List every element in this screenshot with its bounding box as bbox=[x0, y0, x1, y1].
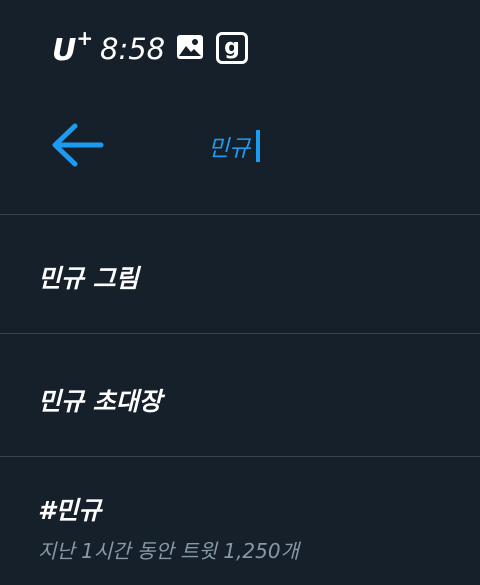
suggestion-label: 민규 그림 bbox=[38, 264, 139, 293]
status-time: 8:58 bbox=[100, 32, 166, 66]
search-suggestion[interactable]: 민규 초대장 bbox=[0, 334, 480, 457]
g-app-icon: g bbox=[216, 32, 248, 64]
search-input[interactable]: 민규 bbox=[208, 126, 261, 166]
text-cursor bbox=[256, 130, 261, 162]
hashtag-suggestion[interactable]: #민규 지난 1시간 동안 트윗 1,250개 bbox=[0, 457, 480, 585]
suggestion-label: 민규 초대장 bbox=[38, 387, 162, 416]
suggestion-label: #민규 bbox=[38, 496, 102, 525]
suggestion-tweet-count: 지난 1시간 동안 트윗 1,250개 bbox=[38, 539, 300, 563]
back-button[interactable] bbox=[48, 116, 106, 174]
status-bar: U+ 8:58 g bbox=[0, 0, 480, 100]
search-header: 민규 bbox=[0, 100, 480, 215]
search-suggestion[interactable]: 민규 그림 bbox=[0, 215, 480, 334]
back-arrow-icon bbox=[52, 123, 104, 167]
image-icon bbox=[177, 35, 203, 59]
carrier-label: U+ bbox=[52, 26, 94, 68]
search-query-text: 민규 bbox=[208, 136, 251, 162]
